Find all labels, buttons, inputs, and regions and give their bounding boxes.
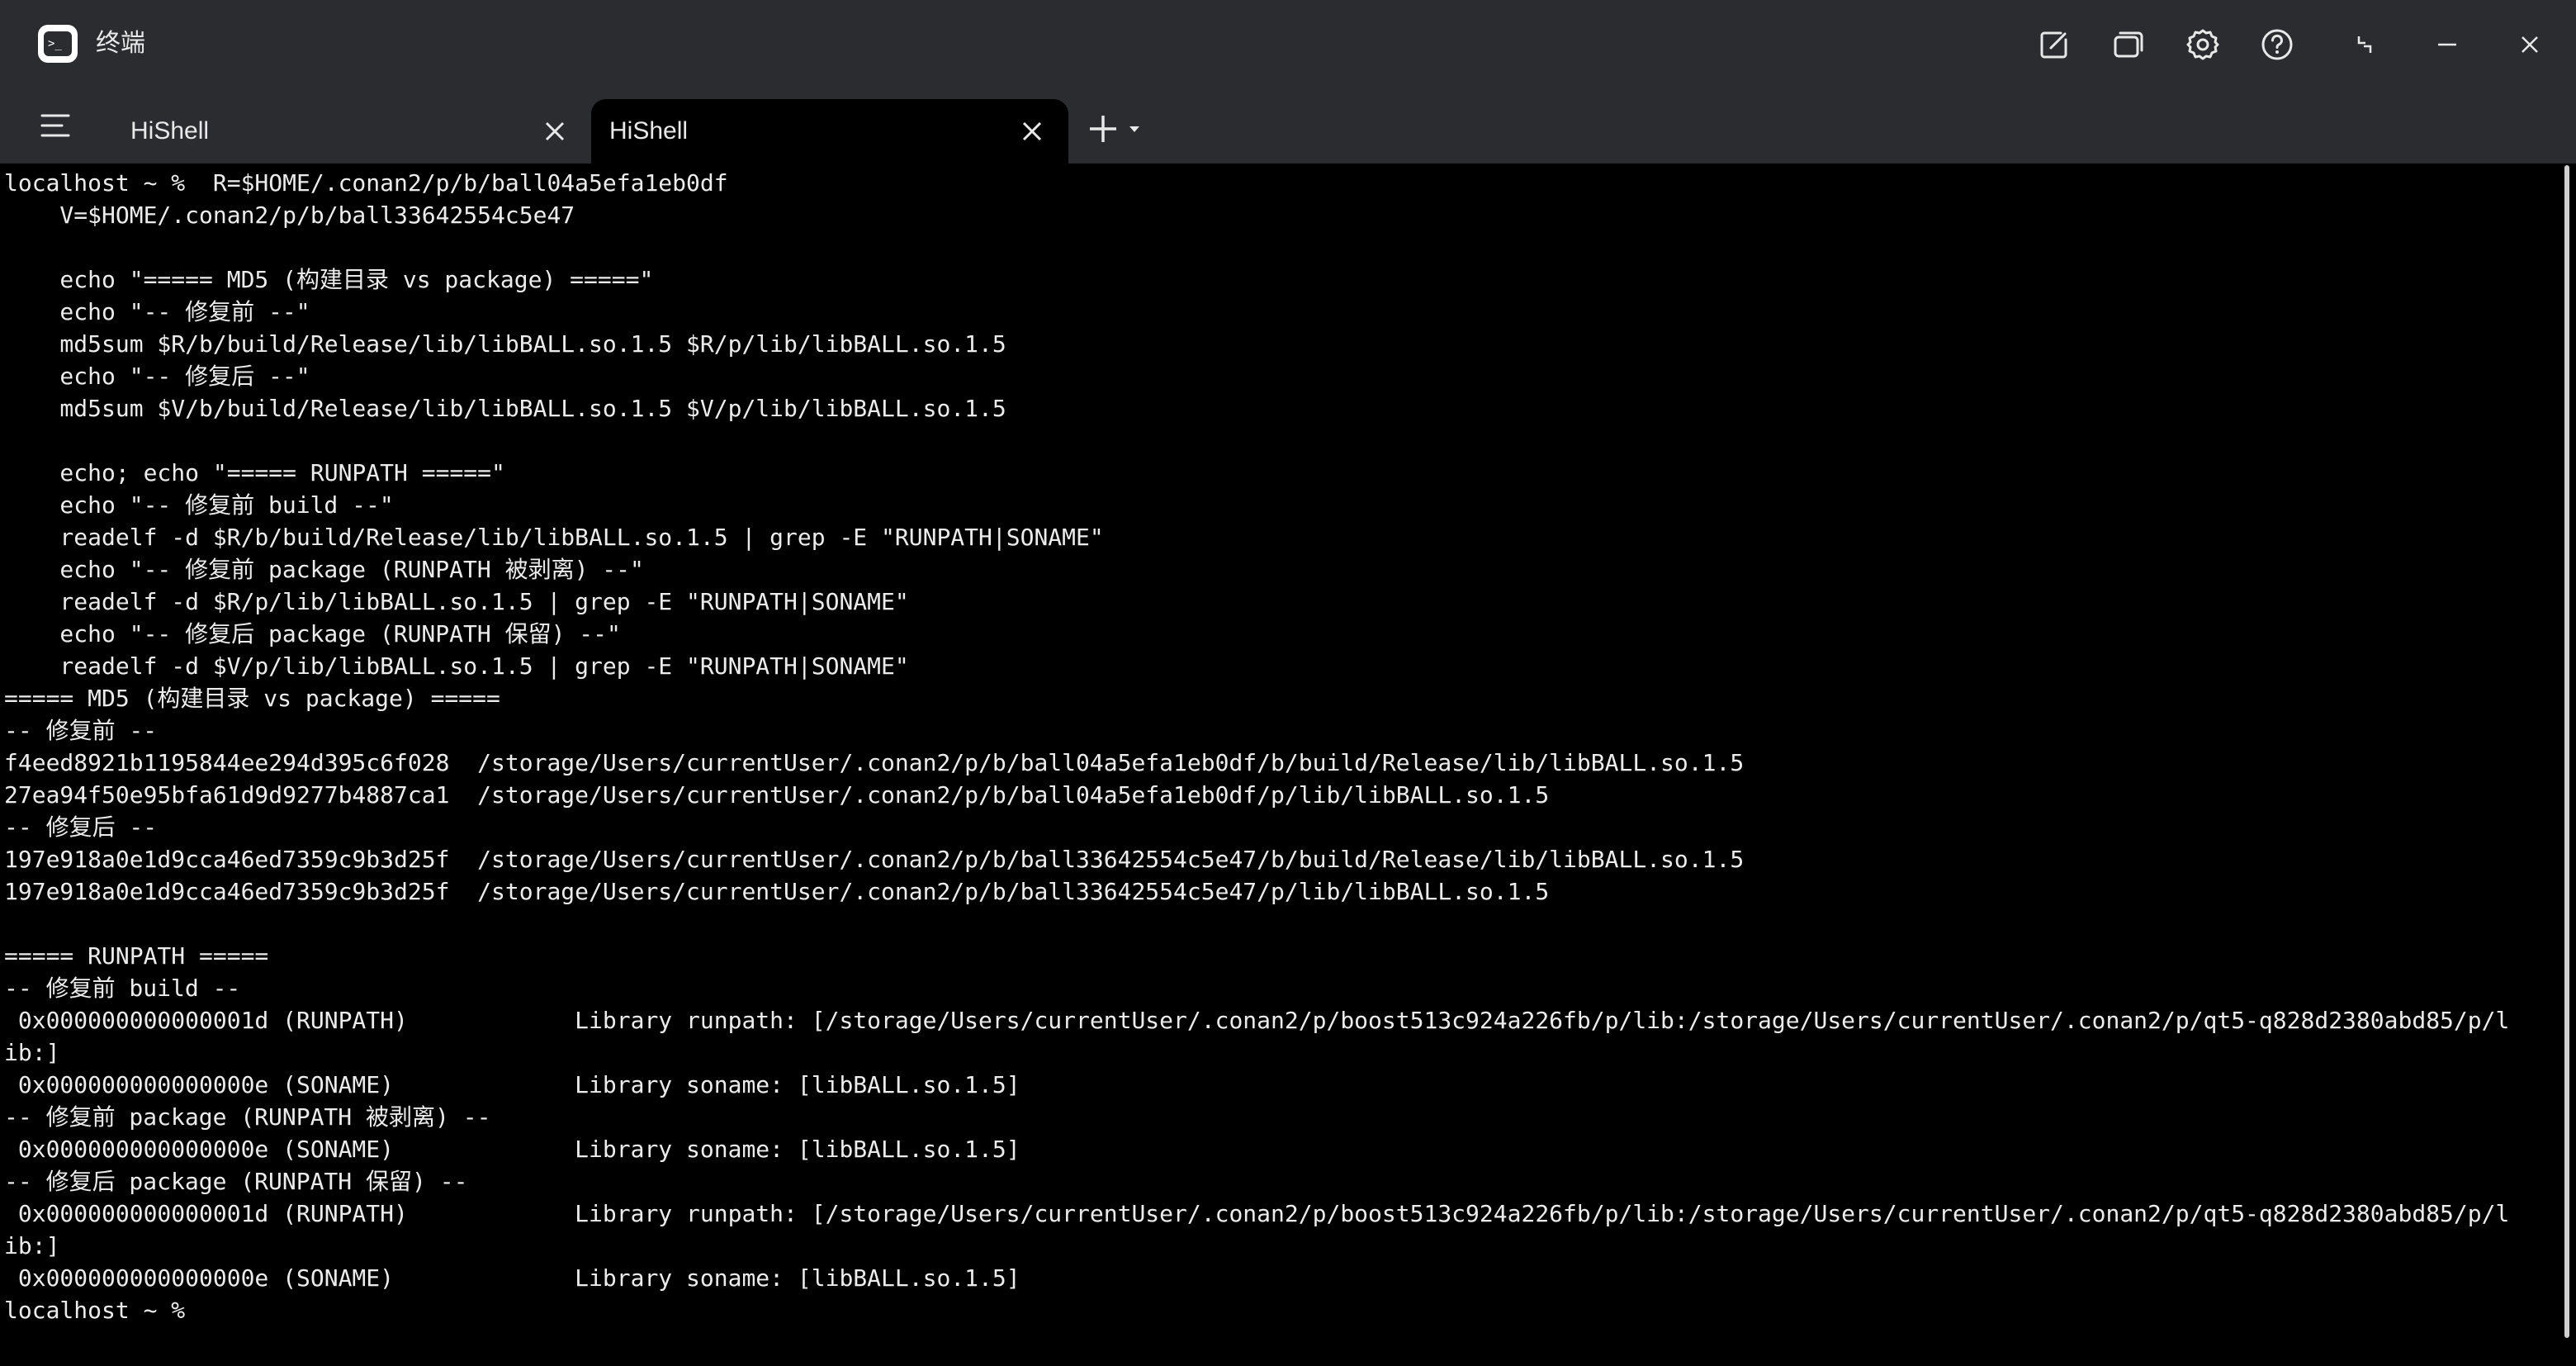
terminal-line: echo "===== MD5 (构建目录 vs package) ====="	[4, 266, 654, 293]
chevron-down-icon[interactable]	[1125, 112, 1144, 145]
terminal-line: 0x000000000000000e (SONAME) Library sona…	[4, 1264, 1020, 1292]
plus-icon	[1090, 116, 1116, 142]
restore-icon[interactable]	[2342, 21, 2388, 68]
title-bar: >_ 终端	[0, 0, 2576, 86]
terminal-line: -- 修复后 --	[4, 813, 158, 841]
terminal-line: -- 修复前 package (RUNPATH 被剥离) --	[4, 1103, 491, 1131]
tab-close-icon[interactable]	[538, 115, 571, 148]
close-icon[interactable]	[2507, 21, 2553, 68]
terminal-line: echo "-- 修复前 --"	[4, 298, 310, 325]
terminal-line: 197e918a0e1d9cca46ed7359c9b3d25f /storag…	[4, 846, 1745, 873]
terminal-line: md5sum $R/b/build/Release/lib/libBALL.so…	[4, 330, 1006, 358]
terminal-line: 197e918a0e1d9cca46ed7359c9b3d25f /storag…	[4, 878, 1550, 905]
terminal-line: f4eed8921b1195844ee294d395c6f028 /storag…	[4, 749, 1745, 776]
tab-label: HiShell	[609, 117, 689, 145]
terminal-line: V=$HOME/.conan2/p/b/ball33642554c5e47	[4, 202, 575, 229]
terminal-line: -- 修复前 build --	[4, 975, 241, 1002]
terminal-line: localhost ~ % R=$HOME/.conan2/p/b/ball04…	[4, 169, 728, 197]
scrollbar-thumb[interactable]	[2564, 165, 2569, 1338]
terminal-line: 0x000000000000000e (SONAME) Library sona…	[4, 1136, 1020, 1163]
terminal-line: 0x000000000000001d (RUNPATH) Library run…	[4, 1007, 2510, 1034]
terminal-line: -- 修复后 package (RUNPATH 保留) --	[4, 1168, 468, 1195]
terminal-app-icon: >_	[38, 25, 78, 63]
tab-close-icon[interactable]	[1016, 115, 1049, 148]
terminal-line: ===== MD5 (构建目录 vs package) =====	[4, 685, 500, 712]
tab-bar: HiShell HiShell	[0, 86, 2576, 164]
terminal-line: ib:]	[4, 1232, 60, 1259]
terminal-line: echo; echo "===== RUNPATH ====="	[4, 459, 505, 486]
terminal-line: readelf -d $V/p/lib/libBALL.so.1.5 | gre…	[4, 652, 909, 680]
terminal-line: md5sum $V/b/build/Release/lib/libBALL.so…	[4, 395, 1006, 422]
new-tab-button[interactable]	[1087, 111, 1161, 147]
window-title: 终端	[96, 30, 145, 57]
terminal-window: >_ 终端 HiShell HiShell localhost ~ % R=$H…	[0, 0, 2576, 1366]
terminal-line: echo "-- 修复前 package (RUNPATH 被剥离) --"	[4, 556, 644, 583]
terminal-line: echo "-- 修复后 package (RUNPATH 保留) --"	[4, 620, 621, 647]
terminal-output[interactable]: localhost ~ % R=$HOME/.conan2/p/b/ball04…	[0, 164, 2553, 1366]
terminal-line: echo "-- 修复前 build --"	[4, 491, 394, 519]
terminal-line: ib:]	[4, 1039, 60, 1066]
terminal-line: 27ea94f50e95bfa61d9d9277b4887ca1 /storag…	[4, 781, 1550, 809]
terminal-line: -- 修复前 --	[4, 717, 158, 744]
minimize-icon[interactable]	[2424, 21, 2470, 68]
terminal-line: echo "-- 修复后 --"	[4, 363, 310, 390]
compose-icon[interactable]	[2031, 21, 2077, 68]
terminal-line: readelf -d $R/p/lib/libBALL.so.1.5 | gre…	[4, 588, 909, 615]
tab-label: HiShell	[130, 117, 210, 145]
windows-icon[interactable]	[2105, 21, 2152, 68]
tab-hishell-2-active[interactable]: HiShell	[591, 99, 1068, 164]
terminal-line: ===== RUNPATH =====	[4, 942, 269, 970]
menu-icon[interactable]	[33, 107, 79, 144]
terminal-line: readelf -d $R/b/build/Release/lib/libBAL…	[4, 524, 1104, 551]
help-icon[interactable]	[2254, 21, 2300, 68]
gear-icon[interactable]	[2180, 21, 2226, 68]
terminal-line: 0x000000000000000e (SONAME) Library sona…	[4, 1071, 1020, 1098]
terminal-line: localhost ~ %	[4, 1297, 200, 1324]
terminal-line: 0x000000000000001d (RUNPATH) Library run…	[4, 1200, 2510, 1227]
tab-hishell-1[interactable]: HiShell	[104, 99, 583, 164]
